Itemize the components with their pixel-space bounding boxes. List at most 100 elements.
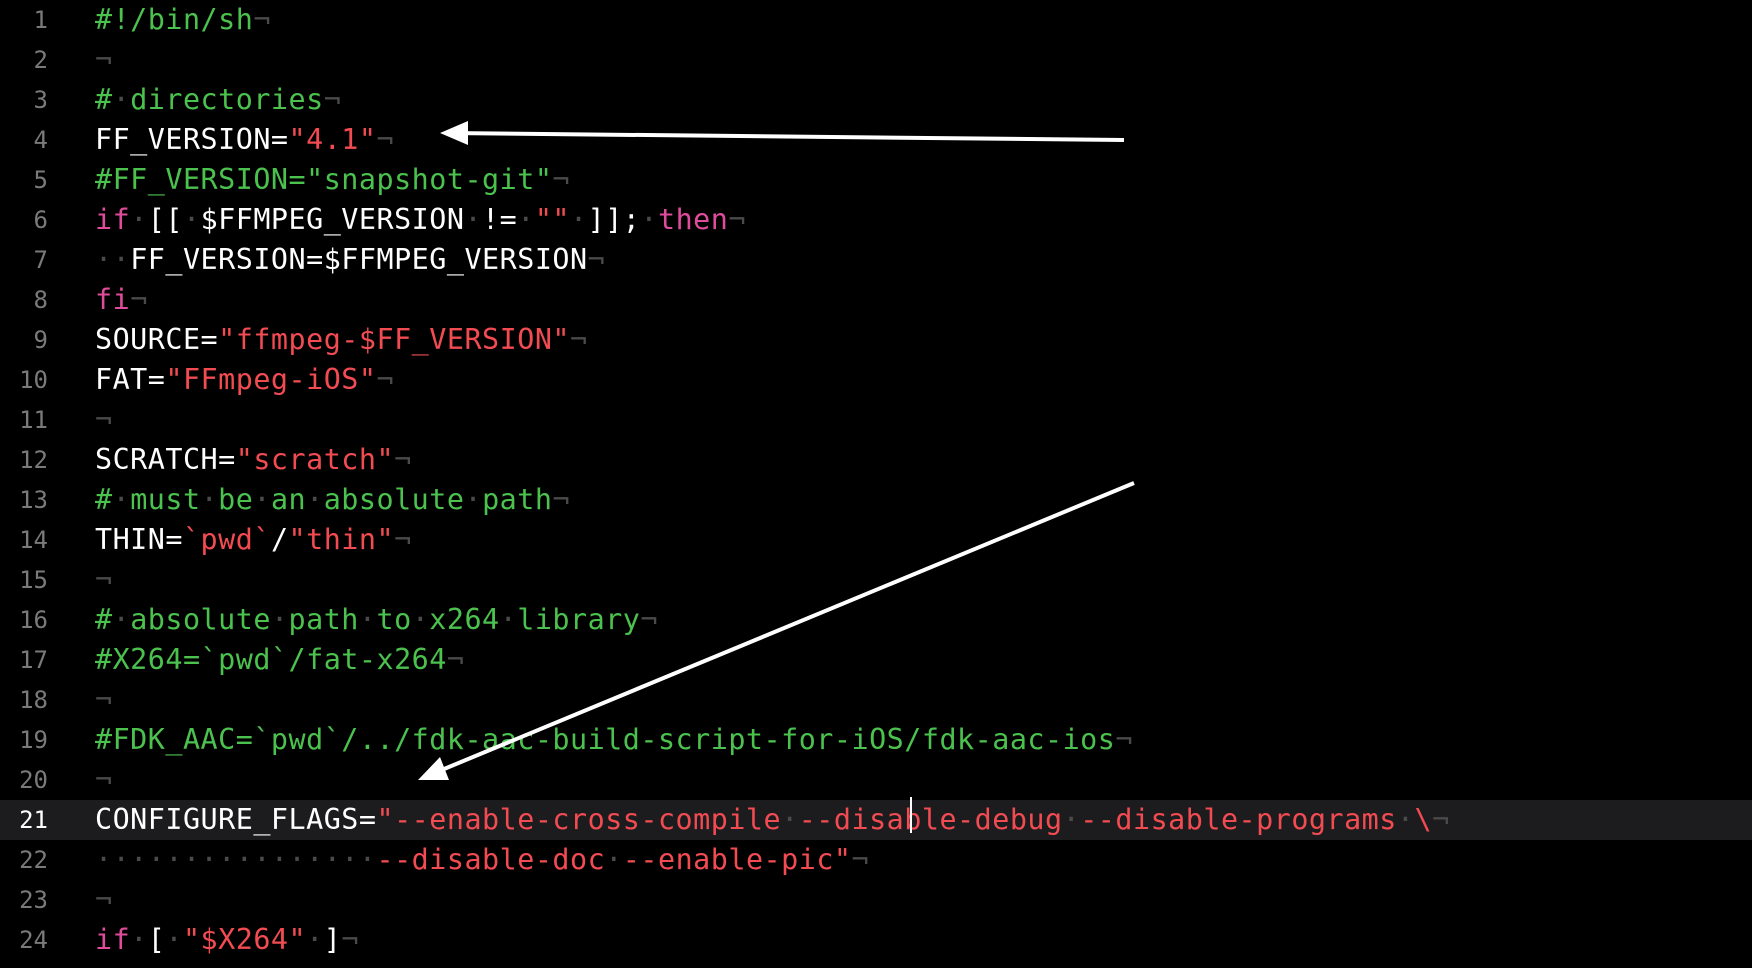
code-line[interactable]: 23 ¬ <box>0 880 1752 920</box>
line-number: 3 <box>33 86 48 114</box>
code-line[interactable]: 11 ¬ <box>0 400 1752 440</box>
code-token: "ffmpeg-$FF_VERSION" <box>218 323 571 356</box>
code-line[interactable]: 14 THIN=`pwd`/"thin"¬ <box>0 520 1752 560</box>
code-line[interactable]: 13 #·must·be·an·absolute·path¬ <box>0 480 1752 520</box>
code-line[interactable]: 17 #X264=`pwd`/fat-x264¬ <box>0 640 1752 680</box>
invisible-char: ¬ <box>728 203 746 236</box>
code-token: $FFMPEG_VERSION <box>200 203 465 236</box>
code-text[interactable]: ··FF_VERSION=$FFMPEG_VERSION¬ <box>95 240 605 280</box>
code-text[interactable]: #FDK_AAC=`pwd`/../fdk-aac-build-script-f… <box>95 720 1133 760</box>
code-token: path <box>288 603 359 636</box>
code-text[interactable]: FAT="FFmpeg-iOS"¬ <box>95 360 394 400</box>
code-token: THIN= <box>95 523 183 556</box>
code-line[interactable]: 10 FAT="FFmpeg-iOS"¬ <box>0 360 1752 400</box>
code-text[interactable]: if·[·"$X264"·]¬ <box>95 920 359 960</box>
code-text[interactable]: ¬ <box>95 760 113 800</box>
line-number: 7 <box>33 246 48 274</box>
code-text[interactable]: ¬ <box>95 40 113 80</box>
invisible-char: · <box>1062 803 1081 836</box>
code-line[interactable]: 22 ················--disable-doc·--enable… <box>0 840 1752 880</box>
invisible-char: · <box>358 603 377 636</box>
code-line[interactable]: 3 #·directories¬ <box>0 80 1752 120</box>
code-text[interactable]: #·must·be·an·absolute·path¬ <box>95 480 570 520</box>
invisible-char: · <box>306 923 324 956</box>
code-text[interactable]: ¬ <box>95 680 113 720</box>
code-line[interactable]: 6 if·[[·$FFMPEG_VERSION·!=·""·]];·then¬ <box>0 200 1752 240</box>
invisible-char: · <box>130 203 148 236</box>
invisible-char: · <box>270 603 289 636</box>
code-token: absolute <box>323 483 465 516</box>
code-line[interactable]: 16 #·absolute·path·to·x264·library¬ <box>0 600 1752 640</box>
code-text[interactable]: if·[[·$FFMPEG_VERSION·!=·""·]];·then¬ <box>95 200 746 240</box>
code-text[interactable]: ················--disable-doc·--enable-p… <box>95 840 869 880</box>
invisible-char: ¬ <box>323 83 342 116</box>
code-token: library <box>517 603 641 636</box>
code-text[interactable]: #FF_VERSION="snapshot-git"¬ <box>95 160 570 200</box>
line-number: 6 <box>33 206 48 234</box>
code-text[interactable]: THIN=`pwd`/"thin"¬ <box>95 520 412 560</box>
invisible-char: ¬ <box>587 243 606 276</box>
code-line[interactable]: 7 ··FF_VERSION=$FFMPEG_VERSION¬ <box>0 240 1752 280</box>
code-text[interactable]: ¬ <box>95 560 113 600</box>
invisible-char: ················ <box>95 843 377 876</box>
code-text[interactable]: fi¬ <box>95 280 148 320</box>
code-line[interactable]: 20 ¬ <box>0 760 1752 800</box>
code-token: --disable-programs <box>1080 803 1397 836</box>
invisible-char: ¬ <box>376 123 395 156</box>
code-token: --enable-pic" <box>622 843 852 876</box>
code-token: "" <box>534 203 571 236</box>
invisible-char: · <box>182 203 201 236</box>
code-text[interactable]: SCRATCH="scratch"¬ <box>95 440 412 480</box>
code-line[interactable]: 8 fi¬ <box>0 280 1752 320</box>
code-text[interactable]: #·absolute·path·to·x264·library¬ <box>95 600 658 640</box>
code-token: != <box>482 203 518 236</box>
code-token: "FFmpeg-iOS" <box>165 363 377 396</box>
code-line[interactable]: 15 ¬ <box>0 560 1752 600</box>
code-token: if <box>95 923 131 956</box>
code-text[interactable]: #X264=`pwd`/fat-x264¬ <box>95 640 464 680</box>
code-line[interactable]: 1 #!/bin/sh¬ <box>0 0 1752 40</box>
code-token: "scratch" <box>235 443 395 476</box>
invisible-char: · <box>411 603 430 636</box>
code-line[interactable]: 21 CONFIGURE_FLAGS="--enable-cross-compil… <box>0 800 1752 840</box>
invisible-char: · <box>464 203 483 236</box>
line-number: 24 <box>19 926 48 954</box>
code-line[interactable]: 24 if·[·"$X264"·]¬ <box>0 920 1752 960</box>
line-number: 17 <box>19 646 48 674</box>
line-number: 9 <box>33 326 48 354</box>
invisible-char: · <box>781 803 799 836</box>
code-text[interactable]: CONFIGURE_FLAGS="--enable-cross-compile·… <box>95 800 1450 840</box>
code-line[interactable]: 19 #FDK_AAC=`pwd`/../fdk-aac-build-script… <box>0 720 1752 760</box>
invisible-char: · <box>464 483 483 516</box>
code-line[interactable]: 4 FF_VERSION="4.1"¬ <box>0 120 1752 160</box>
code-text[interactable]: FF_VERSION="4.1"¬ <box>95 120 394 160</box>
invisible-char: ¬ <box>552 483 571 516</box>
code-line[interactable]: 12 SCRATCH="scratch"¬ <box>0 440 1752 480</box>
code-line[interactable]: 2 ¬ <box>0 40 1752 80</box>
code-token: path <box>482 483 553 516</box>
code-text[interactable]: SOURCE="ffmpeg-$FF_VERSION"¬ <box>95 320 588 360</box>
invisible-char: · <box>1396 803 1415 836</box>
code-token: SCRATCH= <box>95 443 236 476</box>
invisible-char: · <box>517 203 535 236</box>
code-line[interactable]: 9 SOURCE="ffmpeg-$FF_VERSION"¬ <box>0 320 1752 360</box>
code-text[interactable]: #·directories¬ <box>95 80 341 120</box>
code-text[interactable]: #!/bin/sh¬ <box>95 0 271 40</box>
code-token: if <box>95 203 131 236</box>
line-number: 5 <box>33 166 48 194</box>
code-token: #!/bin/sh <box>95 3 254 36</box>
code-editor[interactable]: 1 #!/bin/sh¬ 2 ¬ 3 #·directories¬ 4 FF_VERSION=… <box>0 0 1752 968</box>
invisible-char: ·· <box>95 243 131 276</box>
code-text[interactable]: ¬ <box>95 880 113 920</box>
invisible-char: · <box>112 483 131 516</box>
code-token: x264 <box>429 603 500 636</box>
code-text[interactable]: ¬ <box>95 400 113 440</box>
code-line[interactable]: 18 ¬ <box>0 680 1752 720</box>
code-token: FF_VERSION=$FFMPEG_VERSION <box>130 243 588 276</box>
code-token: #FDK_AAC=`pwd`/../fdk-aac-build-script-f… <box>95 723 1116 756</box>
code-token: [[ <box>147 203 183 236</box>
line-number: 13 <box>19 486 48 514</box>
line-number: 4 <box>33 126 48 154</box>
line-number: 18 <box>19 686 48 714</box>
code-line[interactable]: 5 #FF_VERSION="snapshot-git"¬ <box>0 160 1752 200</box>
